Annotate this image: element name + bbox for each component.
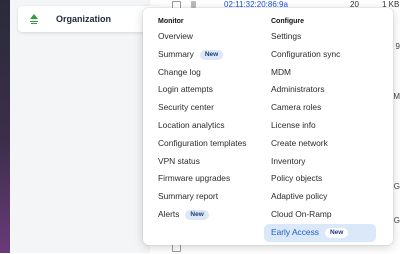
- menu-item-label: Login attempts: [158, 84, 213, 95]
- menu-item-label: Security center: [158, 102, 214, 113]
- menu-item-label: Settings: [271, 31, 302, 41]
- menu-item-firmware-upgrades[interactable]: Firmware upgrades: [158, 170, 268, 188]
- menu-item-inventory[interactable]: Inventory: [264, 153, 383, 171]
- menu-item-alerts[interactable]: Alerts New: [158, 206, 268, 224]
- menu-item-label: Summary report: [158, 191, 219, 202]
- flag-icon: [191, 1, 196, 8]
- menu-item-label: Change log: [158, 66, 201, 77]
- menu-item-label: Firmware upgrades: [158, 173, 231, 184]
- menu-item-login-attempts[interactable]: Login attempts: [158, 81, 268, 99]
- menu-item-cloud-on-ramp[interactable]: Cloud On-Ramp: [264, 206, 383, 224]
- menu-item-camera-roles[interactable]: Camera roles: [264, 99, 383, 117]
- menu-item-summary-report[interactable]: Summary report: [158, 188, 268, 206]
- menu-item-label: Configuration templates: [158, 137, 247, 148]
- menu-item-label: Early Access: [271, 226, 319, 237]
- menu-item-create-network[interactable]: Create network: [264, 135, 383, 153]
- menu-item-policy-objects[interactable]: Policy objects: [264, 170, 383, 188]
- sidebar: Organization: [10, 0, 168, 253]
- menu-item-label: License info: [271, 119, 316, 130]
- menu-item-label: Create network: [271, 137, 328, 148]
- sidebar-item-label: Organization: [56, 14, 112, 24]
- menu-item-mdm[interactable]: MDM: [264, 64, 383, 82]
- menu-item-label: MDM: [271, 66, 292, 77]
- menu-item-administrators[interactable]: Administrators: [264, 81, 383, 99]
- menu-item-label: Overview: [158, 31, 193, 41]
- menu-item-adaptive-policy[interactable]: Adaptive policy: [264, 188, 383, 206]
- menu-item-label: Location analytics: [158, 119, 225, 130]
- menu-item-label: Configuration sync: [271, 48, 341, 59]
- menu-item-settings[interactable]: Settings: [264, 28, 383, 46]
- menu-item-label: VPN status: [158, 155, 200, 166]
- menu-item-label: Summary: [158, 48, 194, 59]
- menu-item-label: Alerts: [158, 208, 180, 219]
- menu-item-vpn-status[interactable]: VPN status: [158, 153, 268, 171]
- menu-item-security-center[interactable]: Security center: [158, 99, 268, 117]
- menu-item-configuration-sync[interactable]: Configuration sync: [264, 46, 383, 64]
- organization-icon: [30, 14, 38, 24]
- new-badge: New: [185, 209, 209, 220]
- new-badge: New: [324, 227, 349, 238]
- menu-item-early-access[interactable]: Early Access New: [264, 223, 376, 242]
- new-badge: New: [199, 49, 224, 60]
- menu-item-license-info[interactable]: License info: [264, 117, 383, 135]
- menu-item-label: Policy objects: [271, 173, 323, 184]
- menu-item-configuration-templates[interactable]: Configuration templates: [158, 135, 268, 153]
- table-cell: 9: [395, 42, 400, 51]
- menu-item-label: Inventory: [271, 155, 306, 166]
- menu-item-label: Adaptive policy: [271, 191, 328, 202]
- configure-heading: Configure: [271, 18, 305, 25]
- organization-dropdown-menu: Monitor Overview Summary New Change log L…: [143, 8, 393, 245]
- menu-item-summary[interactable]: Summary New: [158, 46, 268, 64]
- sidebar-edge: [0, 0, 10, 253]
- menu-item-label: Administrators: [271, 84, 325, 95]
- menu-item-label: Cloud On-Ramp: [271, 208, 332, 219]
- configure-column: Configure Settings Configuration sync MD…: [264, 16, 383, 242]
- menu-item-location-analytics[interactable]: Location analytics: [158, 117, 268, 135]
- menu-item-label: Camera roles: [271, 102, 322, 113]
- menu-item-overview[interactable]: Overview: [158, 28, 268, 46]
- monitor-heading: Monitor: [158, 18, 184, 25]
- monitor-column: Monitor Overview Summary New Change log L…: [158, 16, 268, 224]
- menu-item-change-log[interactable]: Change log: [158, 64, 268, 82]
